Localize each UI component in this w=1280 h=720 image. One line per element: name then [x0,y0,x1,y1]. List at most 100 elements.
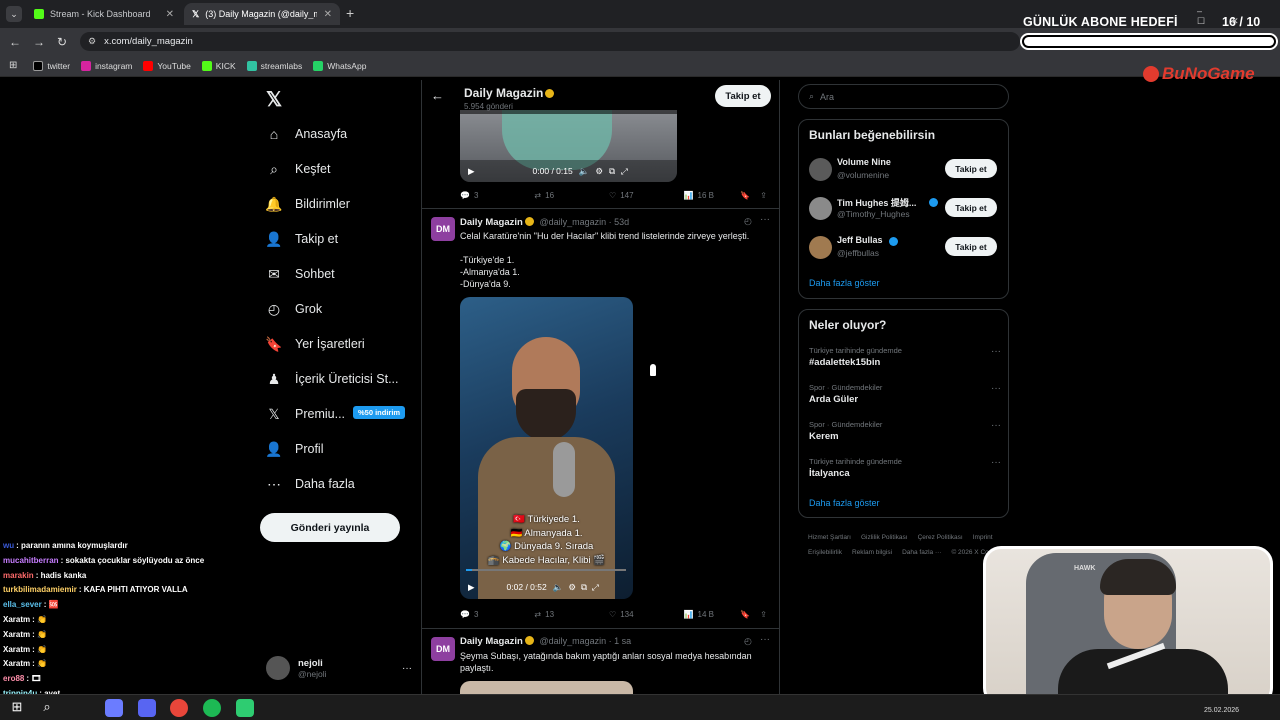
nav-item-profil[interactable]: 👤 Profil [265,438,323,460]
bookmark-icon[interactable]: 🔖 [740,191,750,200]
bookmark-kick[interactable]: KICK [201,60,236,71]
views-icon[interactable]: 📊 14 B [684,610,714,619]
reply-icon[interactable]: 💬 3 [460,191,478,200]
account-more-icon[interactable]: ··· [402,663,412,674]
retweet-icon[interactable]: ⇄ 13 [534,610,554,619]
suggested-account[interactable]: Jeff Bullas @jeffbullas Takip et [809,234,999,262]
trend-more-icon[interactable]: ··· [991,383,1001,394]
footer-link[interactable]: Çerez Politikası [918,530,963,545]
tweet-more-icon[interactable]: ··· [760,634,770,645]
nav-item-sohbet[interactable]: ✉ Sohbet [266,263,335,285]
show-more-link[interactable]: Daha fazla göster [809,278,880,288]
tweet-author[interactable]: Daily Magazin [460,636,523,647]
nav-item-anasayfa[interactable]: ⌂ Anasayfa [266,123,347,145]
app-icon[interactable] [236,699,254,717]
search-icon[interactable]: ⌕ [38,699,56,717]
pip-icon[interactable]: ⧉ [581,582,587,593]
nav-item-keşfet[interactable]: ⌕ Keşfet [266,158,330,180]
like-icon[interactable]: ♡ 134 [609,610,634,619]
discord-icon[interactable] [138,699,156,717]
nav-item-grok[interactable]: ◴ Grok [266,298,322,320]
grok-icon[interactable]: ◴ [744,636,752,647]
video-progress[interactable] [466,569,626,571]
footer-link[interactable]: Erişilebilirlik [808,545,842,560]
tab-search-dropdown[interactable]: ⌄ [6,6,22,22]
volume-icon[interactable]: 🔈 [579,166,590,177]
site-info-icon[interactable]: ⚙ [88,36,96,47]
fullscreen-icon[interactable]: ⤢ [621,166,628,177]
footer-link[interactable]: Gizlilik Politikası [861,530,908,545]
follow-button[interactable]: Takip et [945,237,997,256]
retweet-icon[interactable]: ⇄ 16 [534,191,554,200]
back-icon[interactable]: ← [9,35,21,49]
account-switcher[interactable]: nejoli @nejoli ··· [266,654,412,682]
play-icon[interactable]: ▶ [468,166,475,177]
tweet-avatar[interactable]: DM [431,217,455,241]
x-logo-icon[interactable]: 𝕏 [266,87,282,112]
suggested-account[interactable]: Volume Nine @volumenine Takip et [809,156,999,184]
tweet-video[interactable]: 🇹🇷 Türkiyede 1. 🇩🇪 Almanyada 1. 🌍 Dünyad… [460,297,633,599]
tweet-media[interactable] [460,681,633,695]
windows-start-icon[interactable]: ⊞ [8,699,26,717]
tweet-author[interactable]: Daily Magazin [460,217,523,228]
new-tab-button[interactable]: + [346,5,354,21]
trend-more-icon[interactable]: ··· [991,457,1001,468]
search-box[interactable]: ⌕ Ara [798,84,1009,109]
settings-icon[interactable]: ⚙ [595,166,603,177]
bookmark-streamlabs[interactable]: streamlabs [246,60,302,71]
bookmark-whatsapp[interactable]: WhatsApp [313,60,366,71]
fullscreen-icon[interactable]: ⤢ [592,582,599,593]
trend-item[interactable]: Türkiye tarihinde gündemde İtalyanca ··· [809,457,1001,487]
bookmark-twitter[interactable]: twitter [33,60,70,71]
footer-link[interactable]: Imprint [973,530,993,545]
trend-item[interactable]: Spor · Gündemdekiler Arda Güler ··· [809,383,1001,413]
trend-item[interactable]: Spor · Gündemdekiler Kerem ··· [809,420,1001,450]
play-icon[interactable]: ▶ [468,582,475,593]
forward-icon[interactable]: → [33,35,45,49]
tab-daily-magazin[interactable]: 𝕏 (3) Daily Magazin (@daily_mag ✕ [184,3,340,25]
footer-link[interactable]: Hizmet Şartları [808,530,851,545]
nav-item-i-çerik-üreticisi-st-[interactable]: ♟ İçerik Üreticisi St... [266,368,399,390]
tweet-avatar[interactable]: DM [431,637,455,661]
share-icon[interactable]: ⇪ [760,610,767,619]
close-tab-icon[interactable]: ✕ [166,9,174,20]
url-bar[interactable]: ⚙ x.com/daily_magazin [80,32,1020,51]
footer-link[interactable]: Daha fazla ··· [902,545,941,560]
close-tab-icon[interactable]: ✕ [324,9,332,20]
nav-item-daha-fazla[interactable]: ⋯ Daha fazla [266,473,355,495]
trend-more-icon[interactable]: ··· [991,346,1001,357]
follow-button[interactable]: Takip et [945,159,997,178]
follow-button[interactable]: Takip et [945,198,997,217]
app-icon[interactable] [105,699,123,717]
reload-icon[interactable]: ↻ [57,35,67,49]
pip-icon[interactable]: ⧉ [609,166,615,177]
nav-item-bildirimler[interactable]: 🔔 Bildirimler [265,193,350,215]
nav-item-yer-i-şaretleri[interactable]: 🔖 Yer İşaretleri [265,333,364,355]
tweet-video[interactable]: ▶ 0:00 / 0:15 🔈 ⚙ ⧉ ⤢ [460,110,677,182]
tab-kick-dashboard[interactable]: Stream - Kick Dashboard ✕ [26,3,182,25]
trend-more-icon[interactable]: ··· [991,420,1001,431]
tweet-more-icon[interactable]: ··· [760,214,770,225]
grok-icon[interactable]: ◴ [744,216,752,227]
bookmark-icon[interactable]: 🔖 [740,610,750,619]
chrome-icon[interactable] [170,699,188,717]
follow-button[interactable]: Takip et [715,85,771,107]
show-more-link[interactable]: Daha fazla göster [809,498,880,508]
nav-item-premiu-[interactable]: 𝕏 Premiu... [266,403,345,425]
share-icon[interactable]: ⇪ [760,191,767,200]
volume-icon[interactable]: 🔈 [553,582,564,593]
settings-icon[interactable]: ⚙ [568,582,576,593]
spotify-icon[interactable] [203,699,221,717]
nav-item-takip-et[interactable]: 👤 Takip et [265,228,338,250]
suggested-account[interactable]: Tim Hughes 提姆... @Timothy_Hughes Takip et [809,195,999,223]
apps-grid-icon[interactable]: ⊞ [9,60,17,71]
bookmark-youtube[interactable]: YouTube [143,60,191,71]
bookmark-instagram[interactable]: instagram [81,60,132,71]
reply-icon[interactable]: 💬 3 [460,610,478,619]
trend-item[interactable]: Türkiye tarihinde gündemde #adalettek15bi… [809,346,1001,376]
footer-link[interactable]: Reklam bilgisi [852,545,892,560]
back-arrow-icon[interactable]: ← [431,88,444,103]
views-icon[interactable]: 📊 16 B [684,191,714,200]
post-button[interactable]: Gönderi yayınla [260,513,400,542]
like-icon[interactable]: ♡ 147 [609,191,634,200]
